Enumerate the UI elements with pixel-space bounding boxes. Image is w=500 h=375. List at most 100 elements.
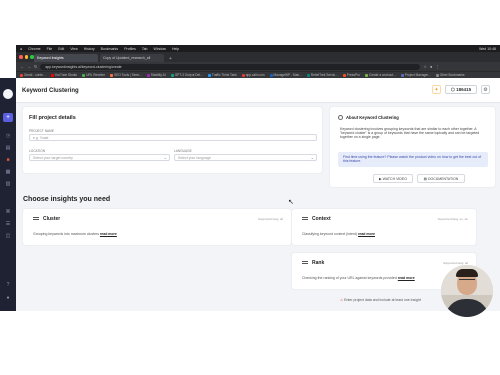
page-title: Keyword Clustering bbox=[22, 88, 79, 94]
bookmark-icon bbox=[342, 73, 346, 77]
back-icon[interactable]: ← bbox=[20, 64, 24, 69]
read-more-link[interactable]: read more bbox=[398, 276, 415, 280]
watch-video-label: WATCH VIDEO bbox=[382, 177, 407, 181]
folder-icon bbox=[435, 73, 439, 77]
menu-icon bbox=[302, 261, 308, 264]
list-icon[interactable]: ☰ bbox=[5, 222, 11, 227]
project-details-title: Fill project details bbox=[29, 115, 76, 121]
forward-icon[interactable]: → bbox=[27, 64, 31, 69]
warning-text: Enter project data and include at least … bbox=[344, 298, 421, 302]
project-name-input[interactable]: e.g. Yoast bbox=[29, 134, 317, 141]
menu-edit[interactable]: Edit bbox=[58, 47, 64, 51]
bookmark-item[interactable]: Other Bookmarks bbox=[435, 73, 465, 77]
about-description: Keyword clustering involves grouping key… bbox=[340, 127, 480, 140]
youtube-icon bbox=[50, 73, 54, 77]
clock-icon[interactable]: ◷ bbox=[5, 134, 11, 139]
menu-tab[interactable]: Tab bbox=[142, 47, 148, 51]
location-select[interactable]: Select your target country ⌄ bbox=[29, 154, 170, 161]
menu-chrome[interactable]: Chrome bbox=[28, 47, 40, 51]
bookmark-item[interactable]: Create a workout... bbox=[364, 73, 396, 77]
bookmark-item[interactable]: Project Manager... bbox=[400, 73, 431, 77]
read-more-link[interactable]: read more bbox=[358, 232, 375, 236]
warning-icon: ⚠ bbox=[340, 298, 344, 302]
about-tip: First time using the feature? Please wat… bbox=[338, 152, 488, 167]
insight-card-cluster[interactable]: Cluster Supported lang: all Grouping key… bbox=[23, 209, 291, 245]
apple-icon[interactable]: ● bbox=[20, 47, 22, 51]
link-icon[interactable]: ⌘ bbox=[5, 210, 11, 215]
bookmark-item[interactable]: URL Rewriter bbox=[82, 73, 105, 77]
watch-video-button[interactable]: ▶ WATCH VIDEO bbox=[373, 174, 413, 183]
close-window-icon[interactable] bbox=[19, 55, 23, 59]
bookmark-item[interactable]: Traffic Think Tank bbox=[207, 73, 237, 77]
reload-icon[interactable]: ↻ bbox=[34, 64, 37, 69]
menu-history[interactable]: History bbox=[84, 47, 95, 51]
maximize-window-icon[interactable] bbox=[30, 55, 34, 59]
chart-icon[interactable]: ▥ bbox=[5, 182, 11, 187]
document-icon[interactable]: ▤ bbox=[5, 146, 11, 151]
validation-warning: ⚠ Enter project data and include at leas… bbox=[340, 298, 421, 302]
cluster-tool-icon[interactable]: ■ bbox=[5, 158, 11, 163]
minimize-window-icon[interactable] bbox=[24, 55, 28, 59]
about-title: About Keyword Clustering bbox=[346, 115, 399, 120]
bookmark-icon bbox=[241, 73, 245, 77]
bookmark-item[interactable]: Gmail - conte... bbox=[20, 73, 46, 77]
location-placeholder: Select your target country bbox=[33, 156, 73, 160]
flame-icon[interactable]: ✦ bbox=[432, 85, 441, 94]
credits-button[interactable]: ⬡ 186415 bbox=[445, 85, 477, 94]
grid-icon[interactable]: ▦ bbox=[5, 170, 11, 175]
location-label: LOCATION bbox=[29, 149, 46, 153]
address-bar[interactable]: app.keywordinsights.ai/keyword-clusterin… bbox=[40, 63, 421, 70]
app-sidebar: + ◷ ▤ ■ ▦ ▥ ⌘ ☰ ◫ ? ● bbox=[0, 78, 16, 311]
read-more-link[interactable]: read more bbox=[100, 232, 117, 236]
webcam-overlay bbox=[441, 265, 493, 317]
about-card: About Keyword Clustering Keyword cluster… bbox=[330, 107, 495, 187]
new-project-button[interactable]: + bbox=[3, 113, 13, 122]
menu-help[interactable]: Help bbox=[172, 47, 179, 51]
help-icon[interactable]: ? bbox=[5, 283, 11, 288]
menu-window[interactable]: Window bbox=[154, 47, 166, 51]
bookmark-item[interactable]: Stability AI bbox=[146, 73, 166, 77]
info-icon bbox=[338, 115, 343, 120]
bookmark-icon bbox=[364, 73, 368, 77]
bookmark-item[interactable]: GPT-3 Output Det... bbox=[170, 73, 203, 77]
bookmark-item[interactable]: RebelTrek Servic... bbox=[306, 73, 338, 77]
insight-title: Cluster bbox=[43, 216, 61, 222]
profile-icon[interactable]: ● bbox=[430, 64, 432, 69]
menu-bookmarks[interactable]: Bookmarks bbox=[101, 47, 119, 51]
credits-count: 186415 bbox=[456, 87, 472, 92]
chevron-down-icon: ⌄ bbox=[163, 155, 167, 160]
gear-icon[interactable]: ⚙ bbox=[481, 85, 490, 94]
language-label: LANGUAGE bbox=[174, 149, 192, 153]
insight-title: Context bbox=[312, 216, 331, 222]
browser-tab-spreadsheet[interactable]: Copy of Updated_research_all bbox=[100, 54, 164, 62]
chat-icon[interactable]: ◫ bbox=[5, 234, 11, 239]
bookmark-icon bbox=[146, 73, 150, 77]
bookmark-item[interactable]: PressPro bbox=[342, 73, 360, 77]
bookmark-icon bbox=[306, 73, 310, 77]
menu-file[interactable]: File bbox=[47, 47, 53, 51]
menu-view[interactable]: View bbox=[70, 47, 78, 51]
menu-icon bbox=[302, 217, 308, 220]
menu-profiles[interactable]: Profiles bbox=[124, 47, 136, 51]
project-name-label: PROJECT NAME bbox=[29, 129, 54, 133]
insight-card-context[interactable]: Context Supported lang: en, de Classifyi… bbox=[292, 209, 476, 245]
app-logo[interactable] bbox=[3, 89, 13, 99]
gmail-icon bbox=[20, 73, 23, 77]
app-header: Keyword Clustering ✦ ⬡ 186415 ⚙ bbox=[16, 78, 500, 103]
user-icon[interactable]: ● bbox=[5, 296, 11, 301]
clock: Wed 10:48 bbox=[479, 46, 496, 51]
browser-menu-icon[interactable]: ⋮ bbox=[435, 64, 439, 69]
bookmark-icon bbox=[207, 73, 211, 77]
documentation-button[interactable]: ▤ DOCUMENTATION bbox=[417, 174, 465, 183]
bookmark-item[interactable]: YouTube Studio bbox=[50, 73, 77, 77]
browser-tab-keyword-insights[interactable]: Keyword Insights bbox=[34, 54, 98, 62]
bookmark-item[interactable]: ManageWP - Man... bbox=[269, 73, 302, 77]
language-select[interactable]: Select your language ⌄ bbox=[174, 154, 317, 161]
insight-description: Checking the ranking of your URL against… bbox=[302, 276, 415, 280]
star-icon[interactable]: ☆ bbox=[423, 64, 427, 69]
browser-tab-bar: Keyword Insights Copy of Updated_researc… bbox=[16, 52, 500, 62]
language-placeholder: Select your language bbox=[178, 156, 211, 160]
browser-toolbar: ← → ↻ app.keywordinsights.ai/keyword-clu… bbox=[16, 62, 500, 71]
bookmark-item[interactable]: SEO Tools | Semr... bbox=[110, 73, 142, 77]
bookmark-item[interactable]: app.calir.com bbox=[241, 73, 265, 77]
